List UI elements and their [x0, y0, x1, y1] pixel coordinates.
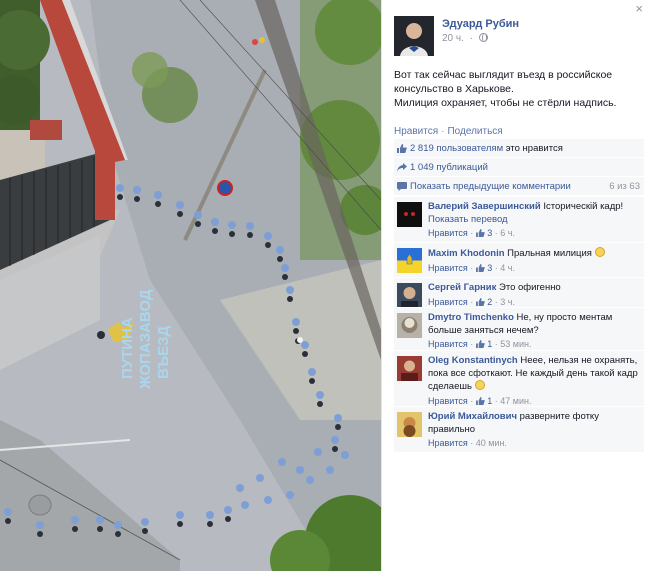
street-scene-image: ВЪЕЗД ЖОПАЗАВОД ПУТИНА	[0, 0, 381, 571]
comment-item: Dmytro Timchenko Не, ну просто ментам бо…	[394, 307, 644, 350]
comment-time[interactable]: 40 мин.	[476, 438, 507, 448]
comment-time[interactable]: 4 ч.	[500, 263, 515, 273]
comment-bubble-icon	[397, 182, 407, 191]
thumbs-up-icon	[475, 297, 485, 306]
thumbs-up-icon	[475, 340, 485, 348]
feedback-box: 2 819 пользователям это нравится 1 049 п…	[394, 139, 644, 196]
post-photo[interactable]: ВЪЕЗД ЖОПАЗАВОД ПУТИНА	[0, 0, 381, 571]
commenter-name[interactable]: Dmytro Timchenko	[428, 312, 514, 323]
comment-time[interactable]: 6 ч.	[500, 228, 515, 238]
thumbs-up-icon	[475, 229, 485, 237]
comment-like-link[interactable]: Нравится	[428, 438, 468, 448]
post-time: 20 ч. ·	[442, 33, 488, 44]
commenter-avatar[interactable]	[397, 283, 422, 308]
avatar-image-icon	[397, 202, 422, 227]
graffiti-line1: ВЪЕЗД	[155, 325, 172, 379]
comment-likes-count[interactable]: 3	[487, 228, 492, 238]
shares-summary: 1 049 публикаций	[394, 158, 644, 177]
commenter-avatar[interactable]	[397, 412, 422, 437]
share-arrow-icon	[397, 163, 407, 172]
comment-like-link[interactable]: Нравится	[428, 263, 468, 273]
comment-likes-count[interactable]: 1	[487, 339, 492, 349]
post-actions: Нравится · Поделиться	[394, 126, 503, 137]
commenter-avatar[interactable]	[397, 313, 422, 338]
graffiti-line3: ПУТИНА	[119, 317, 136, 379]
ukraine-flag-icon	[397, 248, 422, 273]
thumbs-up-icon	[397, 144, 407, 153]
likes-text: это нравится	[503, 143, 563, 154]
post-text: Вот так сейчас выглядит въезд в российск…	[394, 68, 639, 110]
commenter-name[interactable]: Maxim Khodonin	[428, 248, 505, 259]
globe-icon[interactable]	[478, 33, 488, 42]
comments-count: 6 из 63	[609, 181, 640, 192]
avatar-image-icon	[397, 356, 422, 381]
close-icon[interactable]: ×	[635, 2, 643, 16]
comment-text: Історическій кадр!	[543, 201, 624, 212]
graffiti-line2: ЖОПАЗАВОД	[137, 289, 154, 390]
comment-meta: Нравится · 40 мин.	[428, 438, 507, 448]
post-text-line: консульство в Харькове.	[394, 83, 514, 95]
commenter-name[interactable]: Oleg Konstantinych	[428, 355, 518, 366]
post-time-label[interactable]: 20 ч.	[442, 33, 464, 44]
comment-likes-count[interactable]: 2	[487, 297, 492, 307]
comment-likes-count[interactable]: 1	[487, 396, 492, 406]
translate-link[interactable]: Показать перевод	[428, 214, 508, 225]
commenter-name[interactable]: Юрий Михайлович	[428, 411, 517, 422]
comment-item: Валерий Завершинский Історическій кадр! …	[394, 196, 644, 242]
commenter-avatar[interactable]	[397, 356, 422, 381]
avatar-image-icon	[397, 283, 422, 308]
comment-time[interactable]: 47 мин.	[500, 396, 531, 406]
share-link[interactable]: Поделиться	[447, 126, 502, 137]
smiley-icon	[474, 380, 485, 390]
avatar-image-icon	[397, 412, 422, 437]
prev-comments-row[interactable]: Показать предыдущие комментарии 6 из 63	[394, 177, 644, 196]
commenter-name[interactable]: Валерий Завершинский	[428, 201, 541, 212]
likes-count-link[interactable]: 2 819 пользователям	[410, 143, 503, 154]
author-photo-icon	[394, 16, 434, 56]
comment-meta: Нравится · 3 · 4 ч.	[428, 262, 515, 273]
comment-time[interactable]: 3 ч.	[500, 297, 515, 307]
commenter-avatar[interactable]	[397, 248, 422, 273]
commenter-avatar[interactable]	[397, 202, 422, 227]
avatar-image-icon	[397, 313, 422, 338]
thumbs-up-icon	[475, 396, 485, 405]
post-author: Эдуард Рубин 20 ч. ·	[394, 16, 644, 56]
comment-item: Oleg Konstantinych Нееe, нельзя не охран…	[394, 350, 644, 406]
author-avatar[interactable]	[394, 16, 434, 56]
author-name[interactable]: Эдуард Рубин	[442, 18, 519, 30]
commenter-name[interactable]: Сергей Гарник	[428, 282, 496, 293]
likes-summary: 2 819 пользователям это нравится	[394, 139, 644, 158]
post-text-line: Милиция охраняет, чтобы не стёрли надпис…	[394, 97, 617, 109]
comment-text: Это офигенно	[499, 282, 561, 293]
comment-like-link[interactable]: Нравится	[428, 297, 468, 307]
comment-meta: Нравится · 1 · 53 мин.	[428, 339, 532, 349]
comment-meta: Нравится · 3 · 6 ч.	[428, 228, 515, 238]
like-link[interactable]: Нравится	[394, 126, 438, 137]
smiley-icon	[594, 247, 605, 257]
thumbs-up-icon	[475, 263, 485, 272]
post-text-line: Вот так сейчас выглядит въезд в российск…	[394, 69, 613, 81]
comment-item: Maxim Khodonin Пральная милиция Нравится…	[394, 242, 644, 277]
prev-comments-link[interactable]: Показать предыдущие комментарии	[410, 181, 571, 192]
comment-text: Пральная милиция	[507, 248, 592, 259]
comment-time[interactable]: 53 мин.	[500, 339, 531, 349]
post-side-panel: × Эдуард Рубин 20 ч. · Вот так сейчас вы…	[381, 0, 650, 571]
comment-like-link[interactable]: Нравится	[428, 228, 468, 238]
comment-item: Юрий Михайлович разверните фотку правиль…	[394, 406, 644, 452]
comment-item: Сергей Гарник Это офигенно Нравится · 2 …	[394, 277, 644, 308]
shares-count-link[interactable]: 1 049 публикаций	[410, 162, 488, 173]
comment-like-link[interactable]: Нравится	[428, 339, 468, 349]
comment-likes-count[interactable]: 3	[487, 263, 492, 273]
comment-like-link[interactable]: Нравится	[428, 396, 468, 406]
